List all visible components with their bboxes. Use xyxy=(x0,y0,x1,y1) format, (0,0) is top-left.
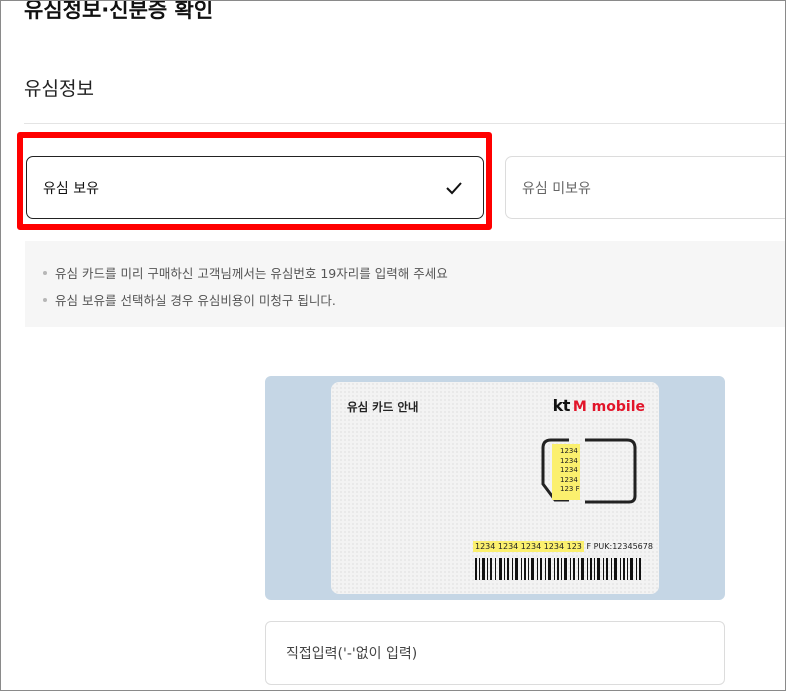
section-divider xyxy=(24,123,786,124)
sim-number-input-placeholder: 직접입력('-'없이 입력) xyxy=(286,646,418,662)
no-sim-label: 유심 미보유 xyxy=(522,180,591,197)
chip-number-line: 1234 xyxy=(560,466,578,474)
sim-card-illustration: 유심 카드 안내 kt M mobile 1234 1234 1234 1234 … xyxy=(331,382,659,594)
notice-item: 유심 보유를 선택하실 경우 유심비용이 미청구 됩니다. xyxy=(43,287,786,314)
sim-number-input[interactable]: 직접입력('-'없이 입력) xyxy=(265,621,725,685)
section-title: 유심정보 xyxy=(24,78,94,100)
chip-numbers: 1234 1234 1234 1234 123 F xyxy=(552,444,580,500)
notice-item: 유심 카드를 미리 구매하신 고객님께서는 유심번호 19자리를 입력해 주세요 xyxy=(43,260,786,287)
chip-number-line: 1234 xyxy=(560,456,578,465)
page-title: 유심정보·신분증 확인 xyxy=(24,0,214,22)
brand-logo-kt: kt xyxy=(552,396,571,415)
sim-guide-area: 유심 카드 안내 kt M mobile 1234 1234 1234 1234 … xyxy=(265,376,725,600)
chip-number-line: 1234 xyxy=(560,447,578,455)
chip-number-line: 123 F xyxy=(560,485,580,493)
iccid-number: 1234 1234 1234 1234 123 xyxy=(473,541,584,552)
brand-logo-text: M mobile xyxy=(572,399,645,415)
sim-card-title: 유심 카드 안내 xyxy=(347,400,419,414)
brand-logo: kt M mobile xyxy=(553,396,645,415)
notice-box: 유심 카드를 미리 구매하신 고객님께서는 유심번호 19자리를 입력해 주세요… xyxy=(25,241,786,327)
iccid-row: 1234 1234 1234 1234 123 F PUK:12345678 xyxy=(473,541,653,552)
barcode-icon xyxy=(475,558,641,580)
chip-number-line: 1234 xyxy=(560,475,578,484)
puk-number: F PUK:12345678 xyxy=(586,542,653,551)
selection-highlight-box xyxy=(17,132,492,230)
no-sim-option[interactable]: 유심 미보유 xyxy=(505,156,786,219)
